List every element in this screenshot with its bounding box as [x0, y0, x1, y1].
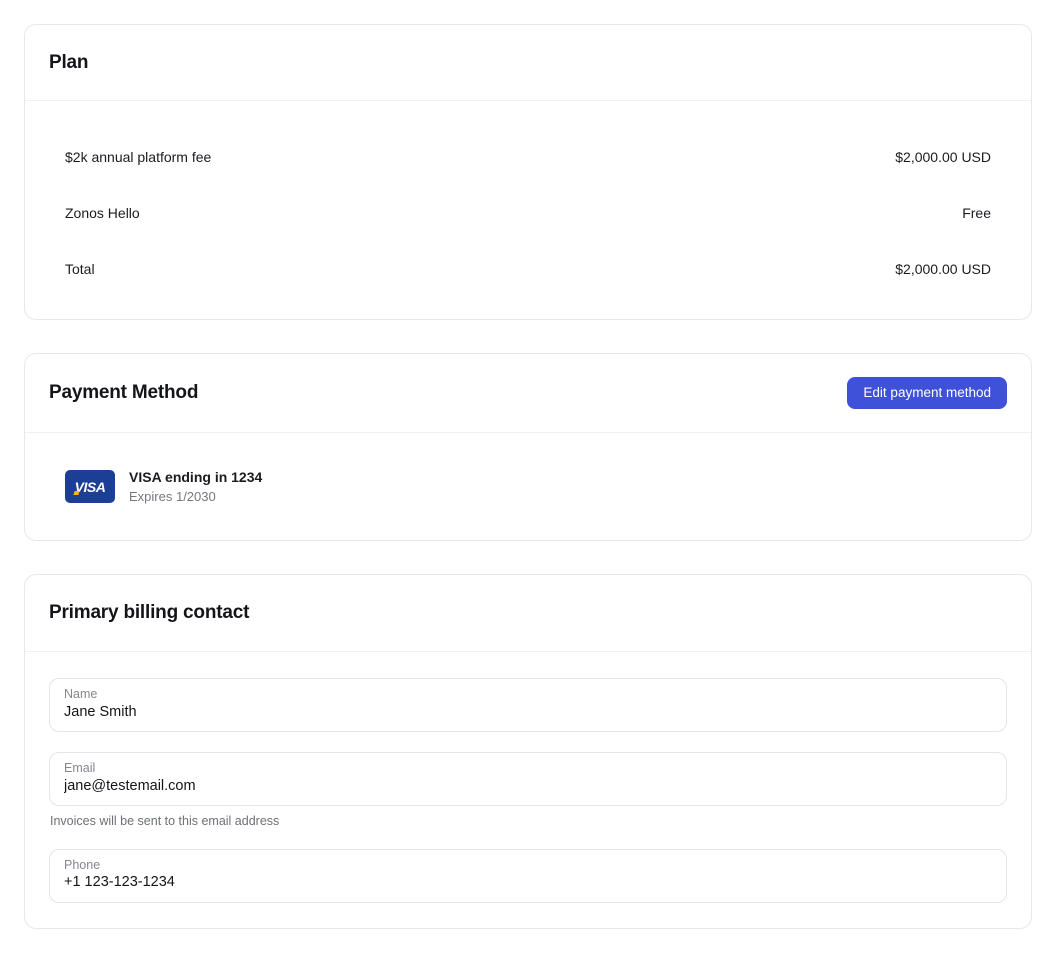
plan-line-item: Zonos Hello Free [65, 185, 991, 241]
payment-card-details: VISA ending in 1234 Expires 1/2030 [129, 469, 262, 504]
plan-line-item: $2k annual platform fee $2,000.00 USD [65, 129, 991, 185]
billing-contact-card-title: Primary billing contact [49, 602, 249, 624]
plan-total-label: Total [65, 261, 95, 277]
payment-card-number: VISA ending in 1234 [129, 469, 262, 485]
email-field-group: Email Invoices will be sent to this emai… [49, 752, 1007, 829]
payment-method-card-body: VISA VISA ending in 1234 Expires 1/2030 [25, 433, 1031, 540]
payment-method-card-title: Payment Method [49, 382, 198, 404]
edit-payment-method-button[interactable]: Edit payment method [847, 377, 1007, 409]
email-field-label: Email [64, 762, 992, 776]
visa-card-brand-icon: VISA [65, 470, 115, 503]
payment-method-card-header: Payment Method Edit payment method [25, 354, 1031, 433]
phone-field-label: Phone [64, 859, 992, 873]
phone-field[interactable]: Phone [49, 849, 1007, 903]
phone-field-group: Phone [49, 849, 1007, 903]
primary-billing-contact-card: Primary billing contact Name Email Invoi… [24, 574, 1032, 929]
name-field[interactable]: Name [49, 678, 1007, 732]
email-input[interactable] [64, 778, 992, 795]
plan-line-item-label: $2k annual platform fee [65, 149, 211, 165]
billing-contact-card-header: Primary billing contact [25, 575, 1031, 652]
plan-total-row: Total $2,000.00 USD [65, 241, 991, 297]
plan-card-title: Plan [49, 52, 88, 74]
plan-line-item-label: Zonos Hello [65, 205, 140, 221]
billing-settings-page: Plan $2k annual platform fee $2,000.00 U… [0, 0, 1056, 953]
payment-method-card: Payment Method Edit payment method VISA … [24, 353, 1032, 541]
email-field[interactable]: Email [49, 752, 1007, 806]
name-input[interactable] [64, 704, 992, 721]
plan-card: Plan $2k annual platform fee $2,000.00 U… [24, 24, 1032, 320]
email-helper-text: Invoices will be sent to this email addr… [50, 815, 1007, 829]
plan-total-value: $2,000.00 USD [895, 261, 991, 277]
plan-card-header: Plan [25, 25, 1031, 101]
plan-card-body: $2k annual platform fee $2,000.00 USD Zo… [25, 101, 1031, 319]
plan-line-item-value: Free [962, 205, 991, 221]
name-field-label: Name [64, 688, 992, 702]
payment-card-expiry: Expires 1/2030 [129, 489, 262, 504]
name-field-group: Name [49, 678, 1007, 732]
phone-input[interactable] [64, 874, 992, 891]
plan-line-item-value: $2,000.00 USD [895, 149, 991, 165]
billing-contact-card-body: Name Email Invoices will be sent to this… [25, 652, 1031, 928]
